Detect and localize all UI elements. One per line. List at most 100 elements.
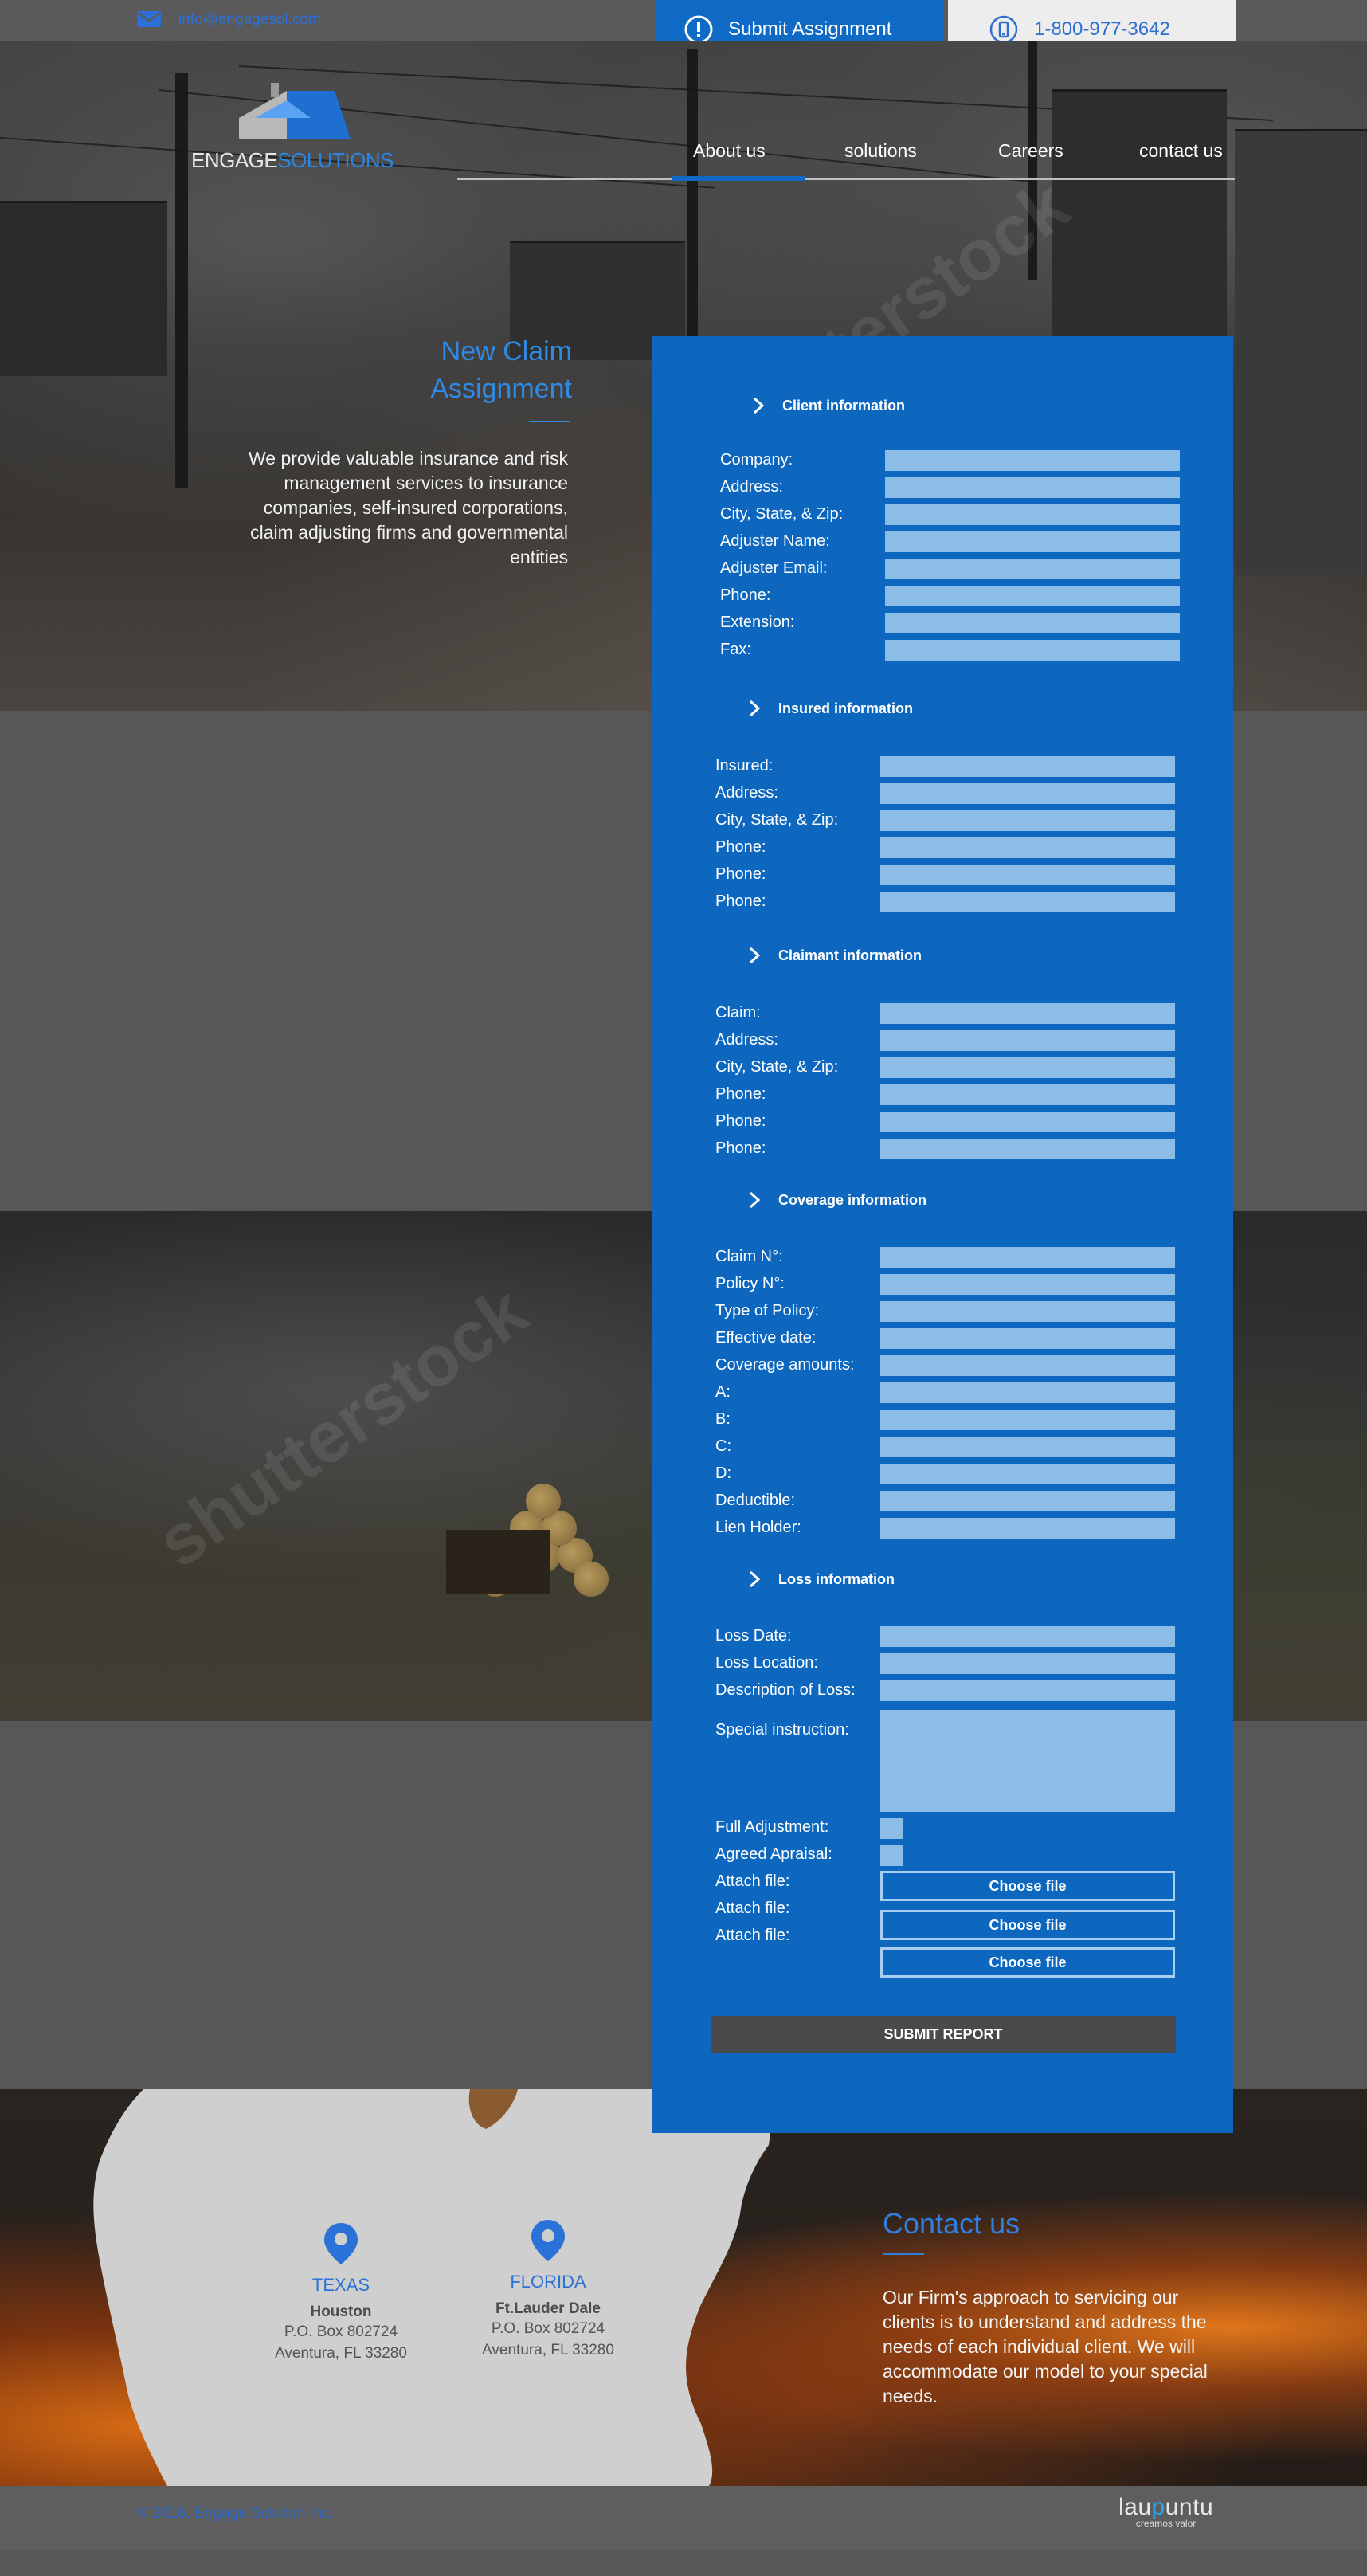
coverage-field-input[interactable] — [880, 1437, 1175, 1457]
email-link[interactable]: info@engagesol.com — [178, 11, 321, 29]
full-adjustment-checkbox[interactable] — [880, 1818, 903, 1839]
insured-field-input[interactable] — [880, 837, 1175, 858]
coverage-field-input[interactable] — [880, 1247, 1175, 1268]
map-pin-icon — [531, 2220, 565, 2261]
insured-field-input[interactable] — [880, 756, 1175, 777]
insured-field-input[interactable] — [880, 865, 1175, 885]
attach-file-label: Attach file: — [715, 1900, 790, 1917]
chevron-right-icon — [749, 700, 761, 717]
location-address-2: Aventura, FL 33280 — [275, 2345, 407, 2362]
claimant-field-input[interactable] — [880, 1084, 1175, 1105]
client-field-label: Extension: — [720, 614, 795, 631]
choose-file-button-1[interactable]: Choose file — [880, 1871, 1175, 1901]
client-field-label: Address: — [720, 478, 783, 496]
choose-file-button-3[interactable]: Choose file — [880, 1947, 1175, 1978]
contact-text: Our Firm's approach to servicing our cli… — [883, 2287, 1208, 2406]
agency-logo-a: lau — [1118, 2494, 1152, 2520]
choose-file-label: Choose file — [989, 1916, 1067, 1933]
nav-careers[interactable]: Careers — [998, 140, 1063, 162]
choose-file-label: Choose file — [989, 1877, 1067, 1894]
client-field-input[interactable] — [885, 531, 1180, 552]
loss-field-label: Loss Location: — [715, 1654, 818, 1672]
coverage-field-label: Policy N°: — [715, 1275, 785, 1292]
loss-field-input[interactable] — [880, 1653, 1175, 1674]
page-title-line1: New Claim — [441, 336, 572, 367]
insured-field-input[interactable] — [880, 783, 1175, 804]
section-claimant[interactable]: Claimant information — [748, 947, 922, 964]
loss-field-input[interactable] — [880, 1626, 1175, 1647]
coverage-field-input[interactable] — [880, 1274, 1175, 1295]
claim-form: Client information Insured information C… — [652, 336, 1233, 2133]
claimant-field-label: Phone: — [715, 1112, 766, 1130]
client-field-label: Company: — [720, 451, 793, 469]
agreed-appraisal-checkbox[interactable] — [880, 1845, 903, 1866]
agency-logo[interactable]: laupuntu creamos valor — [1118, 2494, 1213, 2529]
claimant-field-label: Claim: — [715, 1004, 761, 1021]
coverage-field-input[interactable] — [880, 1518, 1175, 1539]
section-title: Claimant information — [778, 947, 922, 963]
client-field-input[interactable] — [885, 450, 1180, 471]
location-address-2: Aventura, FL 33280 — [482, 2342, 614, 2358]
insured-field-input[interactable] — [880, 892, 1175, 912]
chevron-right-icon — [753, 397, 765, 414]
client-field-input[interactable] — [885, 640, 1180, 661]
client-field-input[interactable] — [885, 559, 1180, 579]
coverage-field-input[interactable] — [880, 1410, 1175, 1430]
section-title: Coverage information — [778, 1191, 927, 1208]
coverage-field-input[interactable] — [880, 1355, 1175, 1376]
claimant-field-input[interactable] — [880, 1057, 1175, 1078]
choose-file-label: Choose file — [989, 1954, 1067, 1970]
special-instruction-label: Special instruction: — [715, 1721, 849, 1739]
attach-file-label: Attach file: — [715, 1872, 790, 1890]
nav-contact-us[interactable]: contact us — [1139, 140, 1223, 162]
logo-text[interactable]: ENGAGESOLUTIONS — [191, 148, 394, 173]
choose-file-button-2[interactable]: Choose file — [880, 1910, 1175, 1940]
claimant-field-input[interactable] — [880, 1003, 1175, 1024]
location-florida: FLORIDA Ft.Lauder Dale P.O. Box 802724 A… — [452, 2220, 644, 2361]
client-field-input[interactable] — [885, 586, 1180, 606]
coverage-field-input[interactable] — [880, 1328, 1175, 1349]
chevron-right-icon — [749, 1570, 761, 1588]
coverage-field-label: Effective date: — [715, 1329, 817, 1347]
email-icon — [137, 11, 161, 27]
section-client[interactable]: Client information — [752, 397, 905, 414]
client-field-input[interactable] — [885, 504, 1180, 525]
coverage-field-label: A: — [715, 1383, 731, 1401]
claimant-field-input[interactable] — [880, 1030, 1175, 1051]
claimant-field-label: Phone: — [715, 1085, 766, 1103]
coverage-field-label: Deductible: — [715, 1492, 796, 1509]
coverage-field-input[interactable] — [880, 1491, 1175, 1511]
coverage-field-input[interactable] — [880, 1464, 1175, 1484]
section-insured[interactable]: Insured information — [748, 700, 913, 717]
section-title: Client information — [782, 397, 905, 414]
client-field-input[interactable] — [885, 477, 1180, 498]
coverage-field-label: B: — [715, 1410, 731, 1428]
nav-solutions[interactable]: solutions — [844, 140, 917, 162]
location-state: FLORIDA — [510, 2272, 586, 2292]
nav-about-us[interactable]: About us — [693, 140, 766, 162]
client-field-label: Phone: — [720, 586, 771, 604]
agreed-appraisal-label: Agreed Apraisal: — [715, 1845, 832, 1863]
client-field-label: Adjuster Email: — [720, 559, 828, 577]
section-title: Loss information — [778, 1570, 895, 1587]
submit-assignment-label: Submit Assignment — [728, 18, 892, 40]
coverage-field-input[interactable] — [880, 1382, 1175, 1403]
logo-mark-icon — [239, 83, 351, 139]
coverage-field-input[interactable] — [880, 1301, 1175, 1322]
special-instruction-input[interactable] — [880, 1710, 1175, 1812]
insured-field-label: Phone: — [715, 865, 766, 883]
client-field-label: Adjuster Name: — [720, 532, 830, 550]
client-field-label: Fax: — [720, 641, 751, 658]
section-coverage[interactable]: Coverage information — [748, 1191, 926, 1209]
claimant-field-input[interactable] — [880, 1139, 1175, 1159]
logo-part-solutions: SOLUTIONS — [277, 148, 394, 172]
claimant-field-input[interactable] — [880, 1112, 1175, 1132]
insured-field-input[interactable] — [880, 810, 1175, 831]
loss-field-input[interactable] — [880, 1680, 1175, 1701]
location-city: Ft.Lauder Dale — [495, 2300, 601, 2317]
section-loss[interactable]: Loss information — [748, 1570, 895, 1588]
client-field-input[interactable] — [885, 613, 1180, 633]
submit-report-button[interactable]: SUBMIT REPORT — [711, 2016, 1176, 2053]
contact-title: Contact us — [883, 2207, 1020, 2240]
insured-field-label: Phone: — [715, 838, 766, 856]
